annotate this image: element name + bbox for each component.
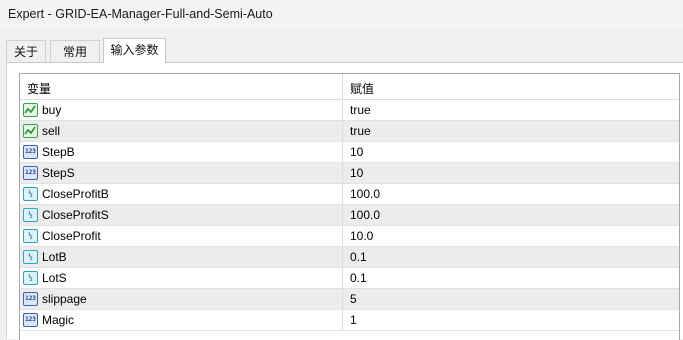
table-row[interactable]: 123 Magic 1 <box>20 310 679 331</box>
parameters-grid: 变量 赋值 buy true sell true 123 StepB 10 123 StepS 1… <box>19 73 680 340</box>
grid-header: 变量 赋值 <box>20 74 679 100</box>
double-icon: ½ <box>23 187 38 201</box>
column-header-variable[interactable]: 变量 <box>27 80 51 97</box>
parameter-value[interactable]: 10.0 <box>350 229 373 243</box>
cell-divider <box>342 310 343 330</box>
cell-divider <box>342 205 343 225</box>
table-row[interactable]: sell true <box>20 121 679 142</box>
parameter-value[interactable]: 1 <box>350 313 357 327</box>
parameter-rows: buy true sell true 123 StepB 10 123 StepS 10 ½ Clos… <box>20 100 679 331</box>
parameter-value[interactable]: 5 <box>350 292 357 306</box>
tab-strip: 关于 常用 输入参数 <box>0 38 683 63</box>
parameter-name: LotS <box>42 271 67 285</box>
cell-divider <box>342 100 343 120</box>
cell-divider <box>342 289 343 309</box>
cell-divider <box>342 184 343 204</box>
parameter-name: slippage <box>42 292 87 306</box>
cell-divider <box>342 226 343 246</box>
tab-about[interactable]: 关于 <box>6 40 46 62</box>
parameter-value[interactable]: true <box>350 103 371 117</box>
column-header-value[interactable]: 赋值 <box>350 80 374 97</box>
table-row[interactable]: 123 StepS 10 <box>20 163 679 184</box>
tab-common[interactable]: 常用 <box>50 40 100 62</box>
title-bar: Expert - GRID-EA-Manager-Full-and-Semi-A… <box>0 0 683 30</box>
parameter-name: StepB <box>42 145 75 159</box>
cell-divider <box>342 247 343 267</box>
table-row[interactable]: ½ CloseProfitS 100.0 <box>20 205 679 226</box>
input-parameters-panel: 变量 赋值 buy true sell true 123 StepB 10 123 StepS 1… <box>6 62 683 340</box>
double-icon: ½ <box>23 250 38 264</box>
cell-divider <box>342 142 343 162</box>
table-row[interactable]: buy true <box>20 100 679 121</box>
parameter-value[interactable]: 0.1 <box>350 271 367 285</box>
bool-icon <box>23 103 38 117</box>
parameter-value[interactable]: 10 <box>350 166 363 180</box>
parameter-name: sell <box>42 124 61 138</box>
parameter-value[interactable]: 0.1 <box>350 250 367 264</box>
parameter-name: StepS <box>42 166 75 180</box>
double-icon: ½ <box>23 229 38 243</box>
cell-divider <box>342 268 343 288</box>
table-row[interactable]: 123 StepB 10 <box>20 142 679 163</box>
table-row[interactable]: ½ CloseProfitB 100.0 <box>20 184 679 205</box>
parameter-name: CloseProfit <box>42 229 101 243</box>
integer-icon: 123 <box>23 313 38 327</box>
double-icon: ½ <box>23 208 38 222</box>
double-icon: ½ <box>23 271 38 285</box>
cell-divider <box>342 163 343 183</box>
bool-icon <box>23 124 38 138</box>
integer-icon: 123 <box>23 166 38 180</box>
parameter-name: LotB <box>42 250 67 264</box>
parameter-value[interactable]: 10 <box>350 145 363 159</box>
table-row[interactable]: ½ LotS 0.1 <box>20 268 679 289</box>
parameter-value[interactable]: 100.0 <box>350 208 380 222</box>
tab-input-parameters[interactable]: 输入参数 <box>103 38 166 63</box>
parameter-value[interactable]: true <box>350 124 371 138</box>
integer-icon: 123 <box>23 145 38 159</box>
parameter-name: CloseProfitB <box>42 187 109 201</box>
parameter-name: buy <box>42 103 62 117</box>
parameter-name: CloseProfitS <box>42 208 109 222</box>
table-row[interactable]: ½ LotB 0.1 <box>20 247 679 268</box>
table-row[interactable]: 123 slippage 5 <box>20 289 679 310</box>
cell-divider <box>342 121 343 141</box>
column-divider[interactable] <box>342 74 343 99</box>
parameter-name: Magic <box>42 313 75 327</box>
integer-icon: 123 <box>23 292 38 306</box>
parameter-value[interactable]: 100.0 <box>350 187 380 201</box>
table-row[interactable]: ½ CloseProfit 10.0 <box>20 226 679 247</box>
window-title: Expert - GRID-EA-Manager-Full-and-Semi-A… <box>8 7 273 21</box>
